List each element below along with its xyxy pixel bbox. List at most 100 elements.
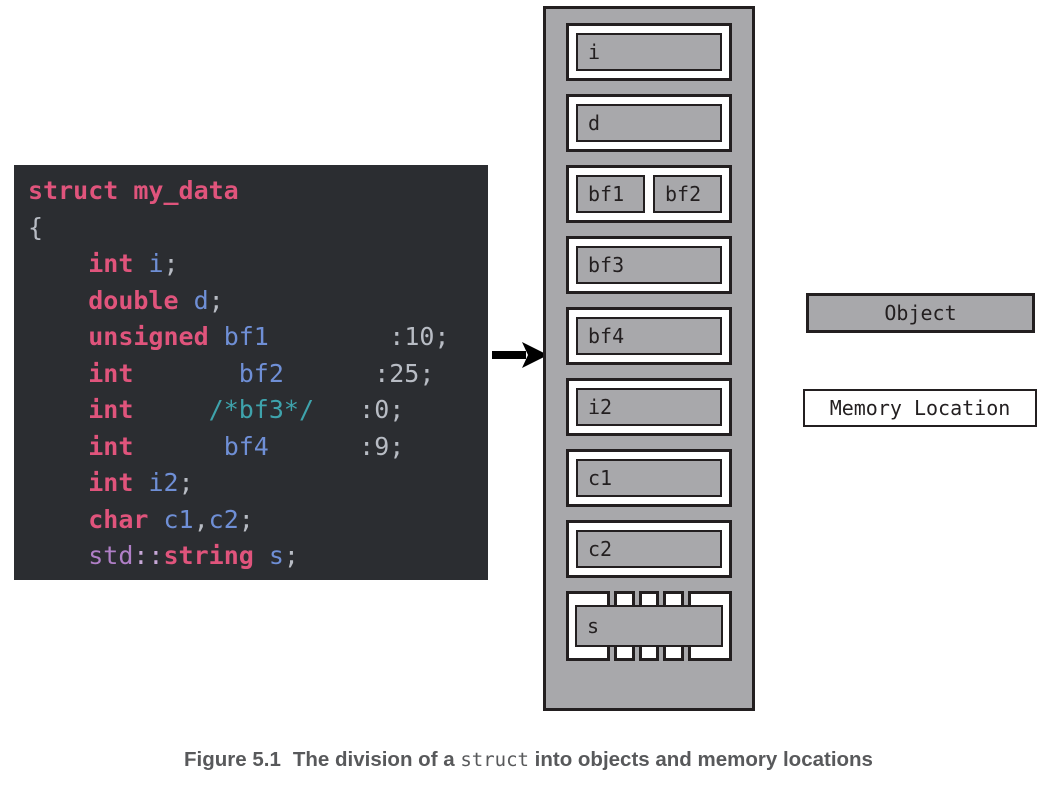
- code-line: double d;: [14, 283, 488, 320]
- code-line: int bf4 :9;: [14, 429, 488, 466]
- code-token: {: [28, 212, 44, 242]
- code-token: int: [88, 395, 134, 424]
- code-line: int bf2 :25;: [14, 356, 488, 393]
- code-token: int: [88, 431, 134, 461]
- code-line: unsigned bf1 :10;: [14, 319, 488, 356]
- object-box: bf4: [576, 317, 722, 355]
- arrow-svg: [492, 342, 548, 368]
- code-line: char c1,c2;: [14, 502, 488, 539]
- figure-number: Figure 5.1: [184, 748, 281, 771]
- code-token: struct: [28, 176, 119, 205]
- code-token: c2: [208, 504, 239, 534]
- code-line: };: [14, 575, 488, 581]
- memory-row: c1: [566, 449, 732, 507]
- memory-row: bf3: [566, 236, 732, 294]
- code-token: i: [148, 249, 164, 278]
- code-line: int i;: [14, 246, 488, 283]
- object-box: c1: [576, 459, 722, 497]
- object-box: bf1: [576, 175, 645, 213]
- code-token: double: [88, 285, 179, 315]
- code-token: s: [268, 541, 284, 570]
- code-token: c1: [163, 504, 194, 534]
- code-token: int: [88, 358, 134, 388]
- code-token: d: [193, 285, 209, 315]
- memory-row: i: [566, 23, 732, 81]
- code-token: /*bf3*/: [208, 395, 314, 424]
- code-token: ::: [133, 541, 164, 570]
- code-token: :9;: [359, 431, 405, 461]
- code-line: struct my_data: [14, 173, 488, 210]
- code-token: ;: [238, 504, 254, 534]
- legend-memory-location-swatch: Memory Location: [803, 389, 1037, 427]
- code-token: :10;: [389, 322, 450, 351]
- memory-diagram: i d bf1 bf2 bf3 bf4 i2 c1 c2 s: [543, 6, 755, 711]
- legend-memory-location-label: Memory Location: [829, 396, 1011, 420]
- code-line: std::string s;: [14, 538, 488, 575]
- figure-caption: Figure 5.1 The division of a struct into …: [0, 748, 1057, 772]
- caption-code-term: struct: [460, 749, 529, 771]
- code-line: int /*bf3*/ :0;: [14, 392, 488, 429]
- legend-object-swatch: Object: [806, 293, 1035, 333]
- object-box: i: [576, 33, 722, 71]
- caption-text-before: The division of a: [292, 748, 461, 771]
- code-token: int: [88, 468, 134, 497]
- code-token: bf1: [223, 322, 269, 351]
- memory-location-box: c1: [566, 449, 732, 507]
- memory-row: i2: [566, 378, 732, 436]
- caption-text-after: into objects and memory locations: [528, 748, 873, 771]
- code-token: std: [88, 541, 134, 570]
- code-token: i2: [148, 468, 179, 497]
- object-box: bf2: [653, 175, 722, 213]
- object-box: bf3: [576, 246, 722, 284]
- code-token: ;: [283, 541, 299, 570]
- legend-spacer: [806, 333, 1037, 389]
- memory-location-box: d: [566, 94, 732, 152]
- code-token: bf2: [238, 358, 284, 388]
- legend: Object Memory Location: [803, 293, 1037, 427]
- memory-row: bf4: [566, 307, 732, 365]
- right-arrow-icon: [492, 340, 550, 370]
- code-token: int: [88, 249, 134, 278]
- code-line: int i2;: [14, 465, 488, 502]
- code-token: string: [163, 541, 254, 570]
- memory-location-box: i2: [566, 378, 732, 436]
- memory-row: c2: [566, 520, 732, 578]
- memory-row-segmented: s: [566, 591, 732, 661]
- object-box: i2: [576, 388, 722, 426]
- legend-object-label: Object: [884, 301, 957, 325]
- code-token: char: [88, 504, 149, 534]
- object-box: c2: [576, 530, 722, 568]
- code-token: ,: [193, 504, 209, 534]
- memory-location-box: bf3: [566, 236, 732, 294]
- code-token: };: [28, 578, 58, 581]
- memory-location-box: c2: [566, 520, 732, 578]
- code-token: :0;: [359, 395, 405, 424]
- code-token: ;: [208, 285, 224, 315]
- memory-location-box: i: [566, 23, 732, 81]
- memory-location-box: bf1 bf2: [566, 165, 732, 223]
- code-line: {: [14, 210, 488, 247]
- code-block: struct my_data{ int i; double d; unsigne…: [14, 165, 488, 580]
- code-token: my_data: [133, 176, 239, 205]
- code-token: :25;: [374, 358, 435, 388]
